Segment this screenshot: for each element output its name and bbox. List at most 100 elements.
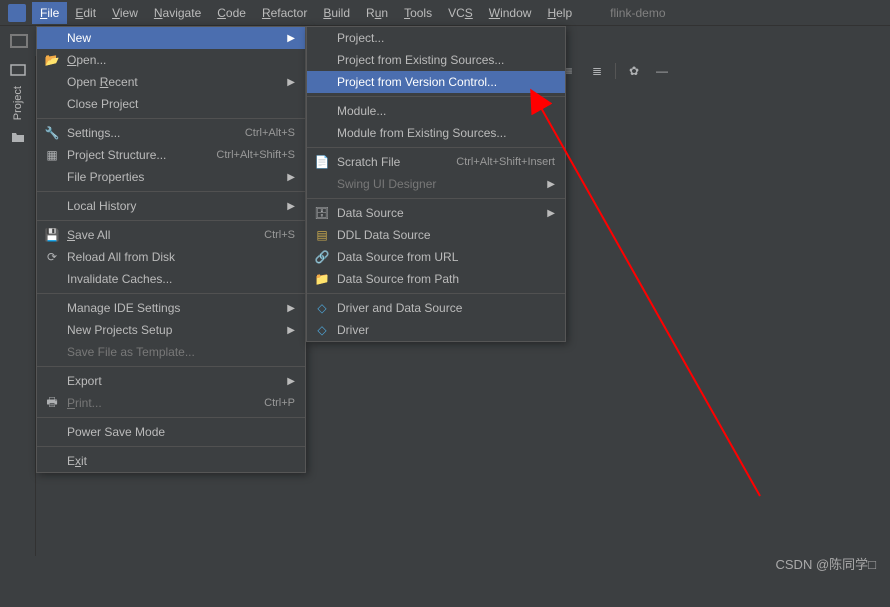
watermark: CSDN @陈同学□: [776, 554, 877, 573]
menu-settings[interactable]: 🔧 Settings... Ctrl+Alt+S: [37, 122, 305, 144]
project-tool-icon: [10, 62, 26, 78]
window-icon[interactable]: [10, 34, 28, 48]
minimize-icon[interactable]: —: [652, 61, 672, 81]
menu-project-vcs[interactable]: Project from Version Control...: [307, 71, 565, 93]
menu-save-all-shortcut: Ctrl+S: [264, 229, 295, 241]
menu-ds-path[interactable]: 📁 Data Source from Path: [307, 268, 565, 290]
expand-icon[interactable]: ≣: [587, 61, 607, 81]
menu-separator: [307, 293, 565, 294]
save-icon: 💾: [44, 227, 60, 243]
submenu-arrow-icon: ▶: [287, 201, 295, 212]
menu-driver-ds-label: Driver and Data Source: [337, 301, 462, 315]
menubar-view[interactable]: View: [104, 2, 146, 24]
print-icon: 🖶: [44, 395, 60, 411]
menu-open[interactable]: 📂 Open...: [37, 49, 305, 71]
menubar-code[interactable]: Code: [209, 2, 254, 24]
menu-project-structure[interactable]: ▦ Project Structure... Ctrl+Alt+Shift+S: [37, 144, 305, 166]
menu-module-existing[interactable]: Module from Existing Sources...: [307, 122, 565, 144]
menu-export-label: Export: [67, 374, 102, 388]
menu-file-properties[interactable]: File Properties ▶: [37, 166, 305, 188]
menu-new-projects-setup[interactable]: New Projects Setup ▶: [37, 319, 305, 341]
menu-invalidate[interactable]: Invalidate Caches...: [37, 268, 305, 290]
menu-close-project-label: Close Project: [67, 97, 138, 111]
wrench-icon: 🔧: [44, 125, 60, 141]
menu-separator: [307, 96, 565, 97]
menubar-edit[interactable]: Edit: [67, 2, 104, 24]
driver-ds-icon: ◇: [314, 300, 330, 316]
menubar-run[interactable]: Run: [358, 2, 396, 24]
menu-driver[interactable]: ◇ Driver: [307, 319, 565, 341]
menu-module-label: Module...: [337, 104, 386, 118]
submenu-arrow-icon: ▶: [287, 325, 295, 336]
submenu-arrow-icon: ▶: [287, 303, 295, 314]
menu-exit-label: Exit: [67, 454, 87, 468]
menubar-build[interactable]: Build: [315, 2, 358, 24]
menu-new-project-label: Project...: [337, 31, 384, 45]
menubar-help[interactable]: Help: [539, 2, 580, 24]
database-icon: 🗄: [314, 205, 330, 221]
menu-scratch-shortcut: Ctrl+Alt+Shift+Insert: [456, 156, 555, 168]
gear-icon[interactable]: ✿: [624, 61, 644, 81]
app-icon: [8, 4, 26, 22]
menu-ddl[interactable]: ▤ DDL Data Source: [307, 224, 565, 246]
menu-data-source[interactable]: 🗄 Data Source ▶: [307, 202, 565, 224]
menu-invalidate-label: Invalidate Caches...: [67, 272, 172, 286]
menu-separator: [37, 191, 305, 192]
menubar-refactor[interactable]: Refactor: [254, 2, 315, 24]
menu-separator: [37, 293, 305, 294]
menu-ds-url[interactable]: 🔗 Data Source from URL: [307, 246, 565, 268]
submenu-arrow-icon: ▶: [547, 208, 555, 219]
menubar-vcs[interactable]: VCS: [440, 2, 481, 24]
menu-project-existing-label: Project from Existing Sources...: [337, 53, 504, 67]
menu-save-all[interactable]: 💾 Save All Ctrl+S: [37, 224, 305, 246]
ddl-icon: ▤: [314, 227, 330, 243]
menu-print-label: Print...: [67, 396, 102, 410]
url-icon: 🔗: [314, 249, 330, 265]
project-tool-label: Project: [12, 86, 24, 120]
menu-module-existing-label: Module from Existing Sources...: [337, 126, 506, 140]
menu-new-project[interactable]: Project...: [307, 27, 565, 49]
menu-settings-shortcut: Ctrl+Alt+S: [245, 127, 295, 139]
menubar-tools[interactable]: Tools: [396, 2, 440, 24]
menu-project-existing[interactable]: Project from Existing Sources...: [307, 49, 565, 71]
menu-power-save-label: Power Save Mode: [67, 425, 165, 439]
left-tool-window[interactable]: Project: [0, 56, 36, 556]
submenu-arrow-icon: ▶: [547, 179, 555, 190]
right-toolbar: ≡ ≣ ✿ —: [551, 56, 680, 86]
folder-icon: [11, 130, 25, 144]
submenu-arrow-icon: ▶: [287, 33, 295, 44]
menu-ds-url-label: Data Source from URL: [337, 250, 458, 264]
driver-icon: ◇: [314, 322, 330, 338]
path-icon: 📁: [314, 271, 330, 287]
menu-close-project[interactable]: Close Project: [37, 93, 305, 115]
menu-reload-label: Reload All from Disk: [67, 250, 175, 264]
menubar-window[interactable]: Window: [481, 2, 540, 24]
menu-open-label: Open...: [67, 53, 106, 67]
menu-reload[interactable]: ⟳ Reload All from Disk: [37, 246, 305, 268]
menubar-file[interactable]: File: [32, 2, 67, 24]
menu-exit[interactable]: Exit: [37, 450, 305, 472]
menu-open-recent[interactable]: Open Recent ▶: [37, 71, 305, 93]
menu-driver-ds[interactable]: ◇ Driver and Data Source: [307, 297, 565, 319]
menu-project-structure-label: Project Structure...: [67, 148, 166, 162]
menu-scratch[interactable]: 📄 Scratch File Ctrl+Alt+Shift+Insert: [307, 151, 565, 173]
submenu-arrow-icon: ▶: [287, 376, 295, 387]
menu-local-history[interactable]: Local History ▶: [37, 195, 305, 217]
menu-separator: [37, 366, 305, 367]
menubar: File Edit View Navigate Code Refactor Bu…: [0, 0, 890, 26]
menu-export[interactable]: Export ▶: [37, 370, 305, 392]
menu-project-structure-shortcut: Ctrl+Alt+Shift+S: [216, 149, 295, 161]
menu-settings-label: Settings...: [67, 126, 120, 140]
folder-open-icon: 📂: [44, 52, 60, 68]
menu-swing-label: Swing UI Designer: [337, 177, 436, 191]
menu-new-projects-setup-label: New Projects Setup: [67, 323, 172, 337]
menu-module[interactable]: Module...: [307, 100, 565, 122]
menu-data-source-label: Data Source: [337, 206, 404, 220]
new-submenu: Project... Project from Existing Sources…: [306, 26, 566, 342]
menubar-navigate[interactable]: Navigate: [146, 2, 209, 24]
menu-new[interactable]: New ▶: [37, 27, 305, 49]
structure-icon: ▦: [44, 147, 60, 163]
menu-power-save[interactable]: Power Save Mode: [37, 421, 305, 443]
menu-ddl-label: DDL Data Source: [337, 228, 431, 242]
menu-manage-ide[interactable]: Manage IDE Settings ▶: [37, 297, 305, 319]
